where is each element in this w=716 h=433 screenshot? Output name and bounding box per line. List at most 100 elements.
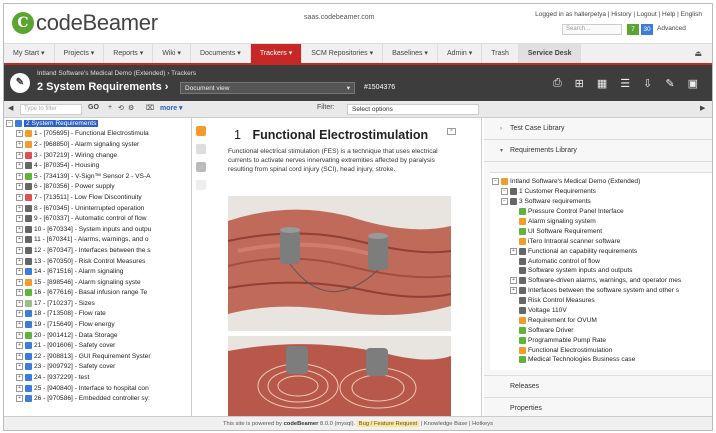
library-item[interactable]: Alarm signaling system (490, 217, 712, 227)
expand-icon[interactable]: + (16, 162, 23, 170)
collapse-icon[interactable]: − (6, 119, 13, 127)
more-menu[interactable]: more ▾ (160, 104, 183, 112)
library-item[interactable]: Requirement for OVUM (490, 315, 712, 325)
tree-item[interactable]: +7 - [713511] - Low Flow Discontinuity (4, 192, 191, 203)
library-item[interactable]: UI Software Requirement (490, 226, 712, 236)
tree-item[interactable]: +20 - [901412] - Data Storage (4, 330, 191, 341)
nav-baselines[interactable]: Baselines ▾ (383, 44, 438, 63)
tree-item[interactable]: +13 - [670350] - Risk Control Measures (4, 256, 191, 267)
filter-select[interactable]: Select options (347, 104, 479, 115)
library-item[interactable]: Software system inputs and outputs (490, 266, 712, 276)
tree-item[interactable]: +4 - [870354] - Housing (4, 160, 191, 171)
doc-body[interactable]: Functional electrical stimulation (FES) … (228, 147, 453, 174)
attachment-icon[interactable] (196, 162, 206, 172)
library-item[interactable]: Programmable Pump Rate (490, 335, 712, 345)
expand-icon[interactable]: + (16, 363, 23, 371)
library-item[interactable]: Risk Control Measures (490, 296, 712, 306)
close-icon[interactable]: × (447, 128, 456, 135)
tree-item[interactable]: +23 - [909792] - Safety cover (4, 362, 191, 373)
expand-icon[interactable]: + (16, 321, 23, 329)
tree-item[interactable]: +11 - [670341] - Alarms, warnings, and o (4, 235, 191, 246)
releases-header[interactable]: Releases (484, 375, 712, 397)
library-item[interactable]: − 1 Customer Requirements (490, 187, 712, 197)
clear-icon[interactable]: ⌧ (146, 104, 154, 112)
tree-item[interactable]: +10 - [670334] - System inputs and outpu (4, 224, 191, 235)
print-icon[interactable]: ⎙ (553, 77, 562, 90)
expand-icon[interactable]: + (16, 151, 23, 159)
nav-trackers[interactable]: Trackers ▾ (250, 44, 303, 63)
expand-icon[interactable]: − (501, 198, 508, 206)
expand-icon[interactable]: + (16, 257, 23, 265)
expand-icon[interactable]: + (16, 289, 23, 297)
expand-icon[interactable]: + (16, 140, 23, 148)
library-item[interactable]: Automatic control of flow (490, 256, 712, 266)
library-item[interactable]: Voltage 110V (490, 306, 712, 316)
tree-item[interactable]: +9 - [670337] - Automatic control of flo… (4, 213, 191, 224)
library-item[interactable]: Pressure Control Panel Interface (490, 207, 712, 217)
tree-item[interactable]: +19 - [715649] - Flow energy (4, 319, 191, 330)
tree-item[interactable]: +12 - [670347] - Interfaces between the … (4, 245, 191, 256)
export-icon[interactable]: ⇩ (643, 77, 652, 90)
filter-icon[interactable]: ▦ (597, 77, 607, 90)
history-icon[interactable]: ⟲ (118, 104, 124, 112)
requirements-library-header[interactable]: ▾ Requirements Library (484, 140, 712, 162)
tree-item[interactable]: +25 - [940840] - Interface to hospital c… (4, 383, 191, 394)
library-item[interactable]: + Software-driven alarms, warnings, and o… (490, 276, 712, 286)
go-button[interactable]: GO (88, 104, 99, 111)
tree-item[interactable]: +24 - [937229] - test (4, 372, 191, 383)
nav-reports[interactable]: Reports ▾ (104, 44, 154, 63)
properties-header[interactable]: Properties (484, 397, 712, 416)
nav-my-start[interactable]: My Start ▾ (4, 44, 55, 63)
nav-trash[interactable]: Trash (482, 44, 519, 63)
tree-item[interactable]: +18 - [713508] - Flow rate (4, 309, 191, 320)
bug-report-link[interactable]: Bug / Feature Request (356, 421, 420, 427)
tree-item[interactable]: +14 - [671516] - Alarm signaling (4, 266, 191, 277)
nav-documents[interactable]: Documents ▾ (191, 44, 251, 63)
expand-icon[interactable]: + (510, 277, 517, 285)
tree-item[interactable]: +21 - [901606] - Safety cover (4, 340, 191, 351)
list-icon[interactable]: ☰ (620, 77, 630, 90)
breadcrumb[interactable]: Intland Software's Medical Demo (Extende… (37, 70, 196, 77)
library-item[interactable]: Software Driver (490, 325, 712, 335)
expand-icon[interactable]: + (16, 331, 23, 339)
expand-icon[interactable]: + (16, 342, 23, 350)
expand-icon[interactable]: + (16, 246, 23, 254)
footer-brand[interactable]: codeBeamer (284, 421, 319, 427)
library-item[interactable]: Medical Technologies Business case (490, 355, 712, 365)
expand-icon[interactable]: + (16, 278, 23, 286)
library-item[interactable]: − Intland Software's Medical Demo (Extend… (490, 177, 712, 187)
tree-item[interactable]: +2 - [968850] - Alarm signaling syster (4, 139, 191, 150)
expand-icon[interactable]: + (510, 247, 517, 255)
advanced-search-link[interactable]: Advanced (657, 25, 686, 32)
expand-icon[interactable]: + (16, 384, 23, 392)
tree-item[interactable]: +22 - [908813] - GUI Requirement Syster (4, 351, 191, 362)
logo[interactable]: C codeBeamer (12, 10, 158, 36)
more-icon[interactable]: ▣ (688, 77, 698, 90)
search-input[interactable]: Search... (562, 24, 622, 35)
expand-icon[interactable]: + (16, 310, 23, 318)
comment-icon[interactable] (196, 126, 206, 136)
tree-item[interactable]: +3 - [307219] - Wiring change (4, 150, 191, 161)
nav-scm[interactable]: SCM Repositories ▾ (302, 44, 384, 63)
hotkeys-link[interactable]: Hotkeys (472, 421, 493, 427)
expand-icon[interactable]: + (16, 215, 23, 223)
nav-projects[interactable]: Projects ▾ (55, 44, 105, 63)
expand-icon[interactable]: − (501, 188, 508, 196)
notification-badge[interactable]: 7 (627, 24, 639, 35)
test-case-library-header[interactable]: › Test Case Library (484, 118, 712, 140)
expand-icon[interactable]: + (16, 183, 23, 191)
tree-root[interactable]: − 2 System Requirements (4, 118, 191, 129)
view-select[interactable]: Document view ▾ (180, 82, 355, 94)
expand-icon[interactable]: + (16, 193, 23, 201)
hierarchy-icon[interactable]: ⊞ (575, 77, 584, 90)
library-item[interactable]: Functional Electrostimulation (490, 345, 712, 355)
tree-item[interactable]: +8 - [670345] - Uninterrupted operation (4, 203, 191, 214)
expand-icon[interactable]: + (16, 395, 23, 403)
count-badge[interactable]: 30 (641, 24, 653, 35)
tree-item[interactable]: +16 - [677616] - Basal infusion range Te (4, 288, 191, 299)
expand-icon[interactable]: + (16, 374, 23, 382)
heading-text[interactable]: Functional Electrostimulation (252, 128, 428, 142)
edit-icon[interactable]: ✎ (665, 77, 674, 90)
add-icon[interactable]: + (108, 104, 112, 111)
collapse-right-icon[interactable]: ▶ (700, 104, 705, 112)
